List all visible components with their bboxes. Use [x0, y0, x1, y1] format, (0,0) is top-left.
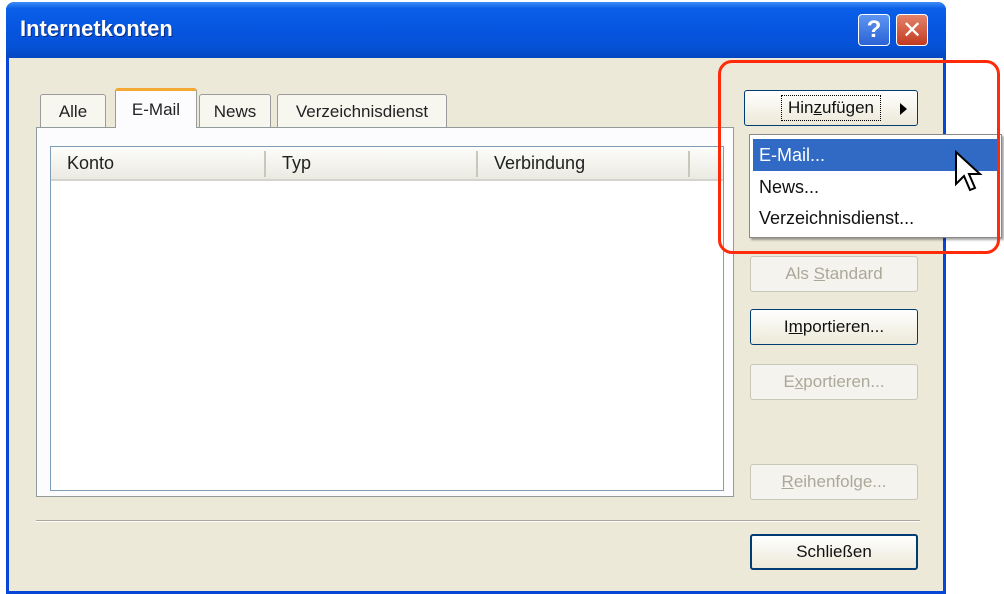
export-button[interactable]: Exportieren...: [750, 364, 918, 400]
tab-all[interactable]: Alle: [40, 94, 106, 128]
close-icon: ✕: [901, 16, 923, 44]
add-button-label: Hinzufügen: [780, 95, 881, 121]
set-default-label: Als Standard: [785, 264, 883, 283]
window-title: Internetkonten: [20, 16, 173, 41]
title-bar[interactable]: Internetkonten ? ✕: [6, 2, 946, 58]
tab-label: Alle: [58, 101, 88, 121]
order-button[interactable]: Reihenfolge...: [750, 464, 918, 500]
column-header-filler: [690, 147, 723, 181]
import-button[interactable]: Importieren...: [750, 309, 918, 345]
column-header-connection[interactable]: Verbindung: [478, 147, 690, 181]
import-label: Importieren...: [783, 317, 885, 336]
add-button[interactable]: Hinzufügen: [744, 90, 918, 126]
menu-item-directory-service[interactable]: Verzeichnisdienst...: [753, 202, 998, 234]
help-icon: ?: [866, 16, 882, 43]
close-window-button[interactable]: ✕: [896, 14, 928, 46]
set-default-button[interactable]: Als Standard: [750, 256, 918, 292]
tab-label: E-Mail: [131, 99, 181, 119]
tab-label: News: [213, 101, 257, 121]
export-label: Exportieren...: [783, 372, 885, 391]
tab-email[interactable]: E-Mail: [115, 88, 197, 128]
column-header-type[interactable]: Typ: [266, 147, 478, 181]
mouse-pointer-icon: [955, 150, 983, 192]
tab-news[interactable]: News: [199, 94, 271, 128]
submenu-arrow-icon: [900, 103, 907, 115]
order-label: Reihenfolge...: [781, 472, 887, 491]
tab-label: Verzeichnisdienst: [295, 101, 429, 121]
close-button[interactable]: Schließen: [750, 534, 918, 570]
accounts-list[interactable]: Konto Typ Verbindung: [50, 146, 724, 491]
help-button[interactable]: ?: [858, 14, 890, 46]
close-button-label: Schließen: [796, 542, 872, 561]
tab-directory-service[interactable]: Verzeichnisdienst: [277, 94, 447, 128]
column-header-account[interactable]: Konto: [51, 147, 266, 181]
separator-line: [36, 520, 920, 522]
